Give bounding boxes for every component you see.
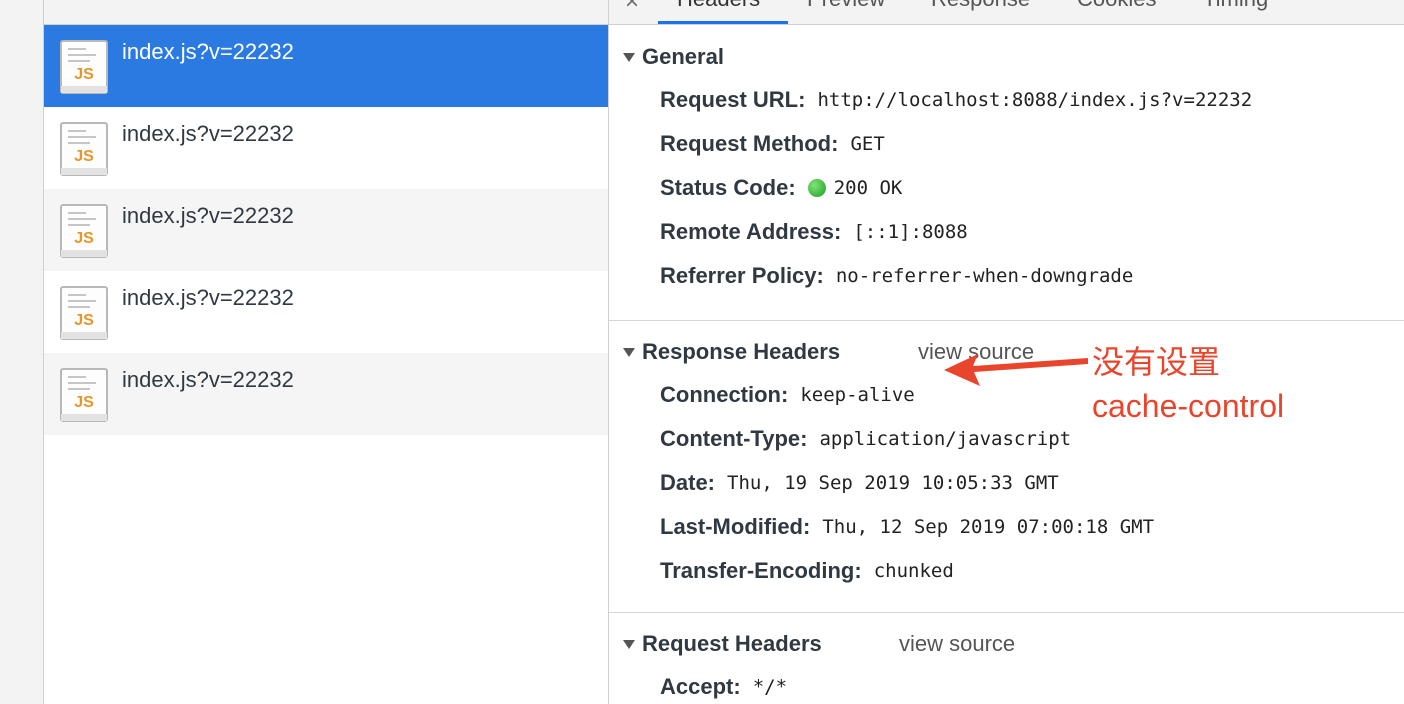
js-file-icon: JS (60, 286, 108, 340)
collapse-triangle-icon[interactable] (623, 640, 635, 649)
tab-timing[interactable]: Timing (1203, 0, 1268, 12)
section-title: Request Headers (642, 631, 822, 656)
tab-headers[interactable]: Headers (677, 0, 760, 12)
header-row: Request Method: GET (609, 122, 1404, 166)
request-list: JS index.js?v=22232 JS index.js?v=22232 … (44, 0, 609, 704)
header-row: Referrer Policy: no-referrer-when-downgr… (609, 254, 1404, 298)
view-source-link[interactable]: view source (899, 631, 1015, 657)
request-row[interactable]: JS index.js?v=22232 (44, 189, 608, 271)
js-badge: JS (74, 230, 94, 247)
header-value: GET (850, 133, 885, 155)
request-name: index.js?v=22232 (122, 203, 294, 228)
header-row: Status Code: 200 OK (609, 166, 1404, 210)
header-value: Thu, 12 Sep 2019 07:00:18 GMT (822, 516, 1155, 538)
tab-response[interactable]: Response (931, 0, 1030, 12)
header-key: Date: (660, 470, 716, 495)
js-badge: JS (74, 394, 94, 411)
request-headers-section-header[interactable]: Request Headers view source (609, 621, 1404, 665)
header-row: Date: Thu, 19 Sep 2019 10:05:33 GMT (609, 461, 1404, 505)
request-row[interactable]: JS index.js?v=22232 (44, 107, 608, 189)
request-headers-section: Request Headers view source Accept: */* (609, 621, 1404, 704)
header-row: Transfer-Encoding: chunked (609, 549, 1404, 593)
js-badge: JS (74, 66, 94, 83)
header-key: Last-Modified: (660, 514, 811, 539)
section-title: Response Headers (642, 339, 841, 364)
general-section-header[interactable]: General (609, 34, 1404, 78)
request-row[interactable]: JS index.js?v=22232 (44, 25, 608, 107)
header-key: Content-Type: (660, 426, 808, 451)
request-name: index.js?v=22232 (122, 121, 294, 146)
request-name: index.js?v=22232 (122, 367, 294, 392)
request-row[interactable]: JS index.js?v=22232 (44, 271, 608, 353)
collapse-triangle-icon[interactable] (623, 53, 635, 62)
header-key: Referrer Policy: (660, 263, 824, 288)
header-key: Remote Address: (660, 219, 842, 244)
left-gutter (0, 0, 44, 704)
header-key: Accept: (660, 674, 741, 699)
js-file-icon: JS (60, 40, 108, 94)
annotation-note: 没有设置 cache-control (1092, 340, 1284, 428)
header-key: Request URL: (660, 87, 806, 112)
js-badge: JS (74, 312, 94, 329)
header-row: Accept: */* (609, 665, 1404, 704)
header-key: Transfer-Encoding: (660, 558, 862, 583)
section-title: General (642, 44, 724, 69)
header-row: Content-Type: application/javascript (609, 417, 1404, 461)
header-key: Connection: (660, 382, 789, 407)
header-value: http://localhost:8088/index.js?v=22232 (817, 89, 1253, 111)
request-name: index.js?v=22232 (122, 285, 294, 310)
header-row: Last-Modified: Thu, 12 Sep 2019 07:00:18… (609, 505, 1404, 549)
header-value: application/javascript (819, 428, 1072, 450)
js-file-icon: JS (60, 204, 108, 258)
header-value: */* (752, 676, 788, 698)
request-name: index.js?v=22232 (122, 39, 294, 64)
annotation-arrow-icon (944, 354, 1088, 386)
annotation-line-1: 没有设置 (1092, 344, 1221, 380)
tab-cookies[interactable]: Cookies (1077, 0, 1156, 12)
active-tab-indicator (658, 21, 788, 24)
header-key: Status Code: (660, 175, 796, 200)
request-row[interactable]: JS index.js?v=22232 (44, 353, 608, 435)
request-list-header (44, 0, 608, 25)
collapse-triangle-icon[interactable] (623, 348, 635, 357)
header-value: 200 OK (833, 177, 903, 199)
header-value: chunked (873, 560, 954, 582)
js-badge: JS (74, 148, 94, 165)
details-tab-bar: × Headers Preview Response Cookies Timin… (609, 0, 1404, 25)
status-ok-icon (807, 179, 826, 197)
header-row: Request URL: http://localhost:8088/index… (609, 78, 1404, 122)
annotation-line-2: cache-control (1092, 388, 1285, 424)
header-row: Remote Address: [::1]:8088 (609, 210, 1404, 254)
header-value: no-referrer-when-downgrade (835, 265, 1134, 287)
header-value: keep-alive (800, 384, 915, 406)
close-icon[interactable]: × (625, 0, 639, 16)
header-key: Request Method: (660, 131, 839, 156)
header-value: [::1]:8088 (853, 221, 968, 243)
general-section: General Request URL: http://localhost:80… (609, 34, 1404, 321)
tab-preview[interactable]: Preview (807, 0, 885, 12)
js-file-icon: JS (60, 368, 108, 422)
header-value: Thu, 19 Sep 2019 10:05:33 GMT (727, 472, 1059, 494)
js-file-icon: JS (60, 122, 108, 176)
